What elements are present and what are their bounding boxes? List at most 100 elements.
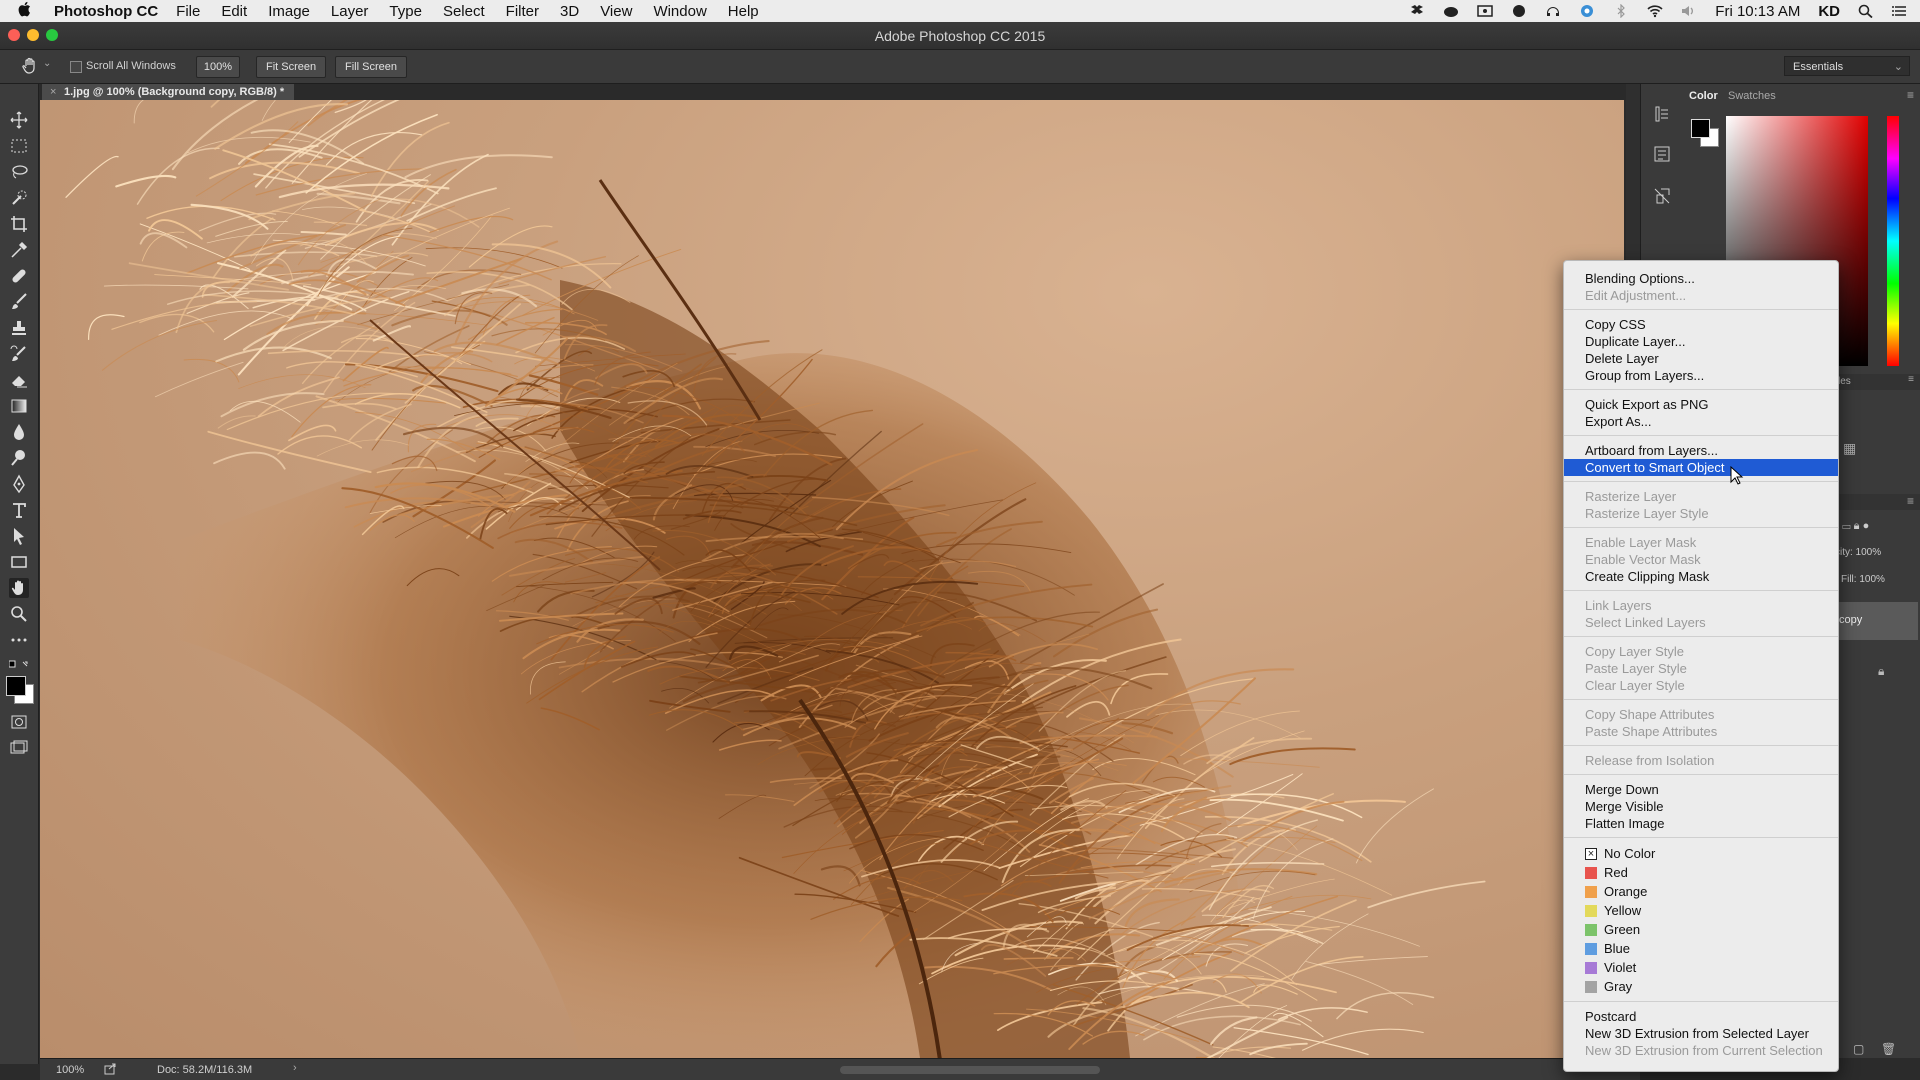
zoom-tool-icon[interactable] <box>9 604 29 624</box>
color-label-gray[interactable]: Gray <box>1564 978 1838 995</box>
tool-preset-chevron-icon[interactable]: ⌄ <box>43 58 51 69</box>
history-brush-tool-icon[interactable] <box>9 344 29 364</box>
menu-item-select-linked-layers[interactable]: Select Linked Layers <box>1564 614 1838 631</box>
scroll-all-windows-checkbox[interactable] <box>70 61 82 73</box>
zoom-100-button[interactable]: 100% <box>196 56 240 78</box>
rectangle-tool-icon[interactable] <box>9 552 29 572</box>
bluetooth-icon[interactable] <box>1613 3 1629 19</box>
hand-tool-icon[interactable] <box>9 578 29 598</box>
menu-select[interactable]: Select <box>443 3 485 20</box>
move-tool-icon[interactable] <box>9 110 29 130</box>
layers-menu-icon[interactable]: ≡ <box>1907 494 1914 508</box>
close-document-icon[interactable]: × <box>50 84 56 100</box>
headphones-icon[interactable] <box>1545 4 1561 18</box>
wifi-icon[interactable] <box>1647 4 1663 18</box>
properties-panel-icon[interactable] <box>1652 144 1672 164</box>
styles-tab-partial[interactable]: les <box>1838 376 1851 387</box>
menu-item-delete-layer[interactable]: Delete Layer <box>1564 350 1838 367</box>
tab-swatches[interactable]: Swatches <box>1728 90 1776 102</box>
menu-item-edit-adjustment[interactable]: Edit Adjustment... <box>1564 287 1838 304</box>
menu-item-copy-shape-attributes[interactable]: Copy Shape Attributes <box>1564 706 1838 723</box>
color-label-red[interactable]: Red <box>1564 864 1838 881</box>
menu-item-duplicate-layer[interactable]: Duplicate Layer... <box>1564 333 1838 350</box>
screen-mode-icon[interactable] <box>9 738 29 758</box>
hand-tool-preset-icon[interactable] <box>20 56 40 76</box>
apple-icon[interactable] <box>18 1 40 21</box>
menubar-user[interactable]: KD <box>1818 3 1840 20</box>
color-label-green[interactable]: Green <box>1564 921 1838 938</box>
hue-slider[interactable] <box>1887 116 1899 366</box>
menu-item-merge-visible[interactable]: Merge Visible <box>1564 798 1838 815</box>
menu-help[interactable]: Help <box>728 3 759 20</box>
menu-item-rasterize-layer[interactable]: Rasterize Layer <box>1564 488 1838 505</box>
menu-item-blending-options[interactable]: Blending Options... <box>1564 270 1838 287</box>
opacity-field[interactable]: city: 100% <box>1835 547 1881 558</box>
chrome-icon[interactable] <box>1579 4 1595 18</box>
menu-item-release-from-isolation[interactable]: Release from Isolation <box>1564 752 1838 769</box>
menu-item-clear-layer-style[interactable]: Clear Layer Style <box>1564 677 1838 694</box>
menu-item-rasterize-layer-style[interactable]: Rasterize Layer Style <box>1564 505 1838 522</box>
blur-tool-icon[interactable] <box>9 422 29 442</box>
adjustments-panel-icon[interactable] <box>1652 186 1672 206</box>
menu-item-merge-down[interactable]: Merge Down <box>1564 781 1838 798</box>
menubar-clock[interactable]: Fri 10:13 AM <box>1715 3 1800 20</box>
cloud-app-icon[interactable] <box>1511 4 1527 18</box>
horizontal-scrollbar[interactable] <box>840 1066 1100 1074</box>
menu-item-link-layers[interactable]: Link Layers <box>1564 597 1838 614</box>
zoom-level[interactable]: 100% <box>56 1064 84 1076</box>
menu-item-enable-layer-mask[interactable]: Enable Layer Mask <box>1564 534 1838 551</box>
eraser-tool-icon[interactable] <box>9 370 29 390</box>
workspace-switcher[interactable]: Essentials ⌄ <box>1784 56 1910 76</box>
new-layer-icon[interactable]: ▢ <box>1853 1042 1864 1056</box>
menu-item-postcard[interactable]: Postcard <box>1564 1008 1838 1025</box>
dodge-tool-icon[interactable] <box>9 448 29 468</box>
menu-window[interactable]: Window <box>653 3 706 20</box>
spotlight-search-icon[interactable] <box>1858 4 1874 19</box>
screen-capture-icon[interactable] <box>1477 4 1494 18</box>
color-label-orange[interactable]: Orange <box>1564 883 1838 900</box>
menu-file[interactable]: File <box>176 3 200 20</box>
menu-filter[interactable]: Filter <box>506 3 539 20</box>
fit-screen-button[interactable]: Fit Screen <box>256 56 327 78</box>
menu-edit[interactable]: Edit <box>221 3 247 20</box>
export-icon[interactable] <box>104 1063 116 1078</box>
status-menu-arrow-icon[interactable]: › <box>293 1062 297 1074</box>
menu-item-artboard-from-layers[interactable]: Artboard from Layers... <box>1564 442 1838 459</box>
menu-view[interactable]: View <box>600 3 632 20</box>
more-tools-icon[interactable] <box>9 630 29 650</box>
gradient-tool-icon[interactable] <box>9 396 29 416</box>
color-label-blue[interactable]: Blue <box>1564 940 1838 957</box>
type-tool-icon[interactable] <box>9 500 29 520</box>
tab-color[interactable]: Color <box>1689 90 1718 102</box>
menu-item-copy-css[interactable]: Copy CSS <box>1564 316 1838 333</box>
menu-item-flatten-image[interactable]: Flatten Image <box>1564 815 1838 832</box>
eyedropper-tool-icon[interactable] <box>9 240 29 260</box>
menu-item-paste-layer-style[interactable]: Paste Layer Style <box>1564 660 1838 677</box>
layer-row-background-copy[interactable]: copy <box>1833 602 1918 640</box>
pen-tool-icon[interactable] <box>9 474 29 494</box>
menu-item-copy-layer-style[interactable]: Copy Layer Style <box>1564 643 1838 660</box>
menu-item-quick-export-as-png[interactable]: Quick Export as PNG <box>1564 396 1838 413</box>
default-colors-icon[interactable] <box>8 656 29 668</box>
foreground-color-chip[interactable] <box>1691 119 1710 138</box>
delete-layer-icon[interactable]: 🗑︎ <box>1881 1042 1896 1056</box>
color-label-yellow[interactable]: Yellow <box>1564 902 1838 919</box>
color-label-no-color[interactable]: × No Color <box>1564 845 1838 862</box>
menu-item-new-3d-extrusion-from-selected-layer[interactable]: New 3D Extrusion from Selected Layer <box>1564 1025 1838 1042</box>
notification-center-icon[interactable] <box>1892 4 1908 18</box>
menu-3d[interactable]: 3D <box>560 3 579 20</box>
volume-icon[interactable] <box>1681 4 1697 18</box>
menu-item-convert-to-smart-object[interactable]: Convert to Smart Object <box>1564 459 1838 476</box>
menu-item-new-3d-extrusion-from-current-selection[interactable]: New 3D Extrusion from Current Selection <box>1564 1042 1838 1059</box>
brush-tool-icon[interactable] <box>9 292 29 312</box>
menu-layer[interactable]: Layer <box>331 3 369 20</box>
fill-field[interactable]: Fill: 100% <box>1841 574 1885 585</box>
menu-item-export-as[interactable]: Export As... <box>1564 413 1838 430</box>
fill-screen-button[interactable]: Fill Screen <box>335 56 407 78</box>
crop-tool-icon[interactable] <box>9 214 29 234</box>
styles-menu-icon[interactable]: ≡ <box>1908 374 1914 385</box>
path-selection-tool-icon[interactable] <box>9 526 29 546</box>
panel-menu-icon[interactable]: ≡ <box>1907 88 1914 102</box>
menu-image[interactable]: Image <box>268 3 310 20</box>
quick-selection-tool-icon[interactable] <box>9 188 29 208</box>
